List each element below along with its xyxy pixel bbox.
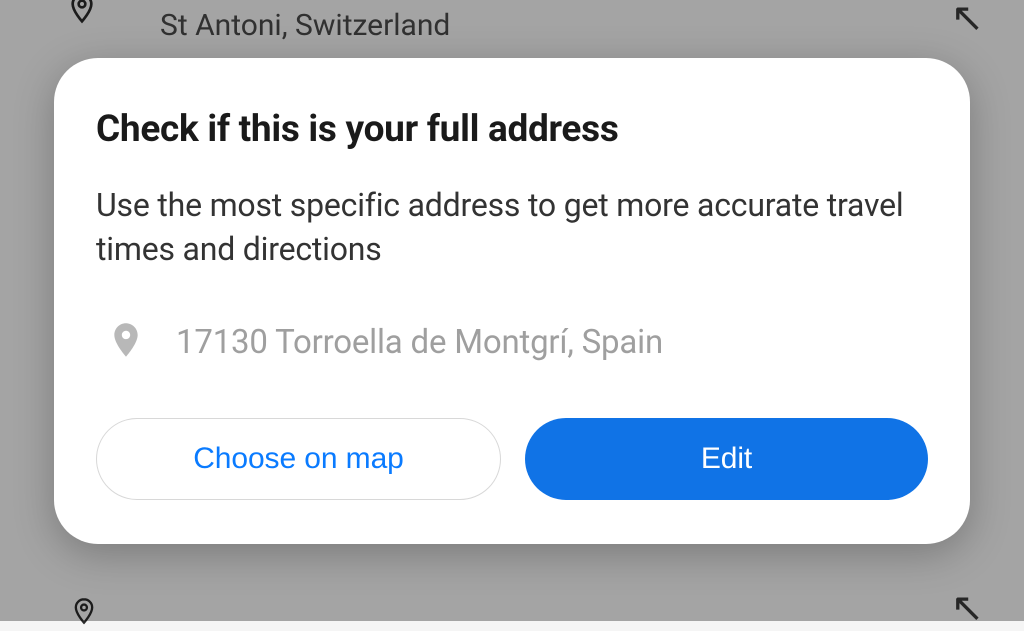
choose-on-map-button[interactable]: Choose on map bbox=[96, 418, 501, 500]
modal-subtitle: Use the most specific address to get mor… bbox=[96, 182, 928, 272]
edit-button[interactable]: Edit bbox=[525, 418, 928, 500]
address-confirmation-modal: Check if this is your full address Use t… bbox=[54, 57, 970, 544]
location-pin-icon bbox=[106, 316, 146, 368]
address-display-row: 17130 Torroella de Montgrí, Spain bbox=[96, 316, 928, 368]
modal-button-row: Choose on map Edit bbox=[96, 418, 928, 500]
modal-title: Check if this is your full address bbox=[96, 107, 928, 150]
address-text: 17130 Torroella de Montgrí, Spain bbox=[176, 323, 663, 362]
